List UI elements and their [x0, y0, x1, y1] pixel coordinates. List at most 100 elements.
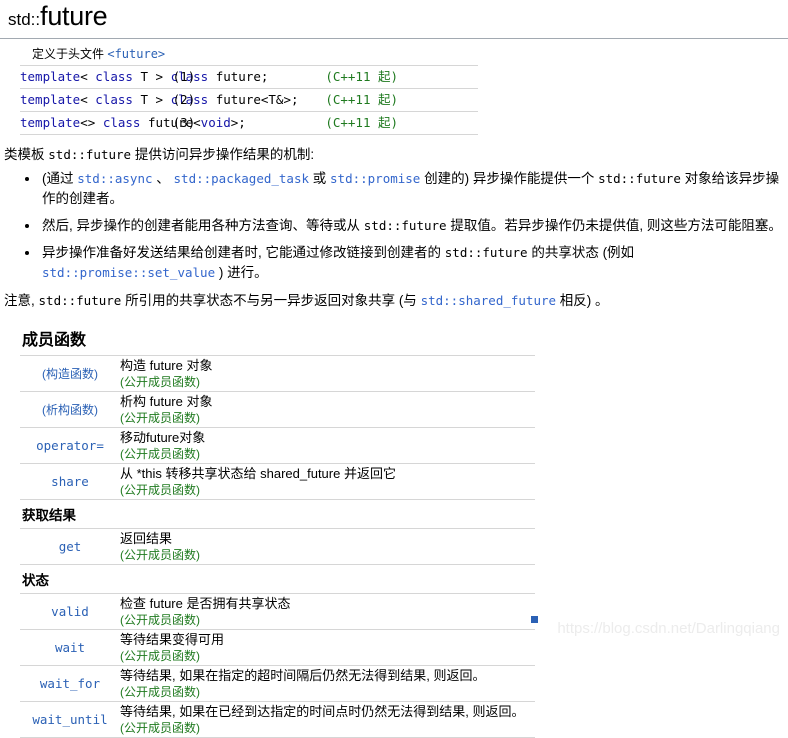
link-std-promise-set-value[interactable]: std::promise::set_value	[42, 265, 215, 280]
page-title-name: future	[40, 1, 108, 31]
link-std-shared-future[interactable]: std::shared_future	[421, 293, 556, 308]
member-link-[interactable]: (构造函数)	[42, 367, 98, 381]
member-kind-label: (公开成员函数)	[120, 613, 200, 627]
description-intro: 类模板 std::future 提供访问异步操作结果的机制:	[4, 144, 788, 165]
table-row: wait_for 等待结果, 如果在指定的超时间隔后仍然无法得到结果, 则返回。 (…	[20, 665, 535, 702]
code-token: class	[95, 92, 133, 107]
member-description: 等待结果, 如果在已经到达指定的时间点时仍然无法得到结果, 则返回。	[120, 704, 525, 719]
description-bullet-list: (通过 std::async 、 std::packaged_task 或 st…	[4, 169, 788, 283]
code-token: class	[102, 115, 141, 130]
member-link-get[interactable]: get	[59, 539, 82, 554]
watermark-url: https://blog.csdn.net/Darlingqiang	[557, 620, 780, 637]
note-text-c: 相反) 。	[556, 293, 609, 308]
code-token: class	[95, 69, 133, 84]
page-title-namespace: std::	[8, 10, 41, 29]
code-token: >;	[230, 115, 246, 130]
page-title: std::future	[0, 0, 788, 38]
code-token: void	[200, 115, 231, 130]
declaration-since-3: (C++11 起)	[325, 111, 478, 135]
member-description: 等待结果, 如果在指定的超时间隔后仍然无法得到结果, 则返回。	[120, 668, 486, 683]
member-link-[interactable]: (析构函数)	[42, 403, 98, 417]
section-heading-member-functions: 成员函数	[22, 332, 87, 349]
header-include-path: <future>	[107, 47, 166, 61]
title-divider	[0, 38, 788, 39]
table-row: valid 检查 future 是否拥有共享状态 (公开成员函数)	[20, 593, 535, 630]
intro-code: std::future	[48, 147, 132, 162]
note-text-a: 注意,	[4, 293, 39, 308]
code-token: <>	[80, 115, 96, 130]
declaration-row: template<> class future<void>; (3) (C++11 …	[20, 111, 478, 135]
description-section: 类模板 std::future 提供访问异步操作结果的机制: (通过 std::…	[4, 144, 788, 311]
link-std-promise[interactable]: std::promise	[330, 171, 420, 186]
member-kind-label: (公开成员函数)	[120, 447, 200, 461]
declaration-header-cell: 定义于头文件 <future>	[20, 45, 478, 66]
table-row: wait 等待结果变得可用 (公开成员函数)	[20, 629, 535, 666]
member-description: 从 *this 转移共享状态给 shared_future 并返回它	[120, 466, 396, 481]
member-link-wait_for[interactable]: wait_for	[40, 676, 100, 691]
declaration-code-1: template< class T > class future;	[20, 65, 268, 89]
link-std-async[interactable]: std::async	[77, 171, 152, 186]
declaration-row: template< class T > class future; (1) (C++…	[20, 65, 478, 89]
declaration-code-3: template<> class future<void>;	[20, 111, 246, 135]
member-kind-label: (公开成员函数)	[120, 649, 200, 663]
bullet0-text-4: 创建的) 异步操作能提供一个	[420, 171, 599, 186]
bullet2-text-1: 异步操作准备好发送结果给创建者时, 它能通过修改链接到创建者的	[42, 245, 445, 260]
member-description: 返回结果	[120, 531, 173, 546]
member-link-wait[interactable]: wait	[55, 640, 85, 655]
declaration-since-2: (C++11 起)	[325, 88, 478, 112]
defined-in-label: 定义于头文件	[32, 47, 108, 61]
declaration-header-row: 定义于头文件 <future>	[20, 45, 478, 66]
member-description-cell: 返回结果 (公开成员函数)	[120, 528, 535, 565]
table-row: wait_until 等待结果, 如果在已经到达指定的时间点时仍然无法得到结果, …	[20, 701, 535, 738]
member-link-share[interactable]: share	[51, 474, 89, 489]
member-functions-table-state: valid 检查 future 是否拥有共享状态 (公开成员函数) wait 等待结果变…	[20, 593, 535, 738]
bullet1-text-1: 然后, 异步操作的创建者能用各种方法查询、等待或从	[42, 218, 364, 233]
member-functions-table: (构造函数) 构造 future 对象 (公开成员函数) (析构函数) 析构 futur…	[20, 355, 535, 500]
member-link-operator=[interactable]: operator=	[36, 438, 104, 453]
member-link-valid[interactable]: valid	[51, 604, 89, 619]
member-description-cell: 从 *this 转移共享状态给 shared_future 并返回它 (公开成员函…	[120, 463, 535, 500]
bullet0-code-1: std::future	[598, 171, 681, 186]
member-description-cell: 等待结果, 如果在指定的超时间隔后仍然无法得到结果, 则返回。 (公开成员函数)	[120, 665, 535, 702]
member-description-cell: 构造 future 对象 (公开成员函数)	[120, 355, 535, 392]
member-kind-label: (公开成员函数)	[120, 411, 200, 425]
member-kind-label: (公开成员函数)	[120, 548, 200, 562]
declaration-table: 定义于头文件 <future> template< class T > class…	[20, 45, 478, 135]
code-token: <	[80, 92, 96, 107]
bullet2-text-6: ) 进行。	[215, 265, 268, 280]
member-description-cell: 移动future对象 (公开成员函数)	[120, 427, 535, 464]
description-note: 注意, std::future 所引用的共享状态不与另一异步返回对象共享 (与 …	[4, 290, 788, 311]
bullet0-text-2: 、	[152, 171, 174, 186]
table-row: operator= 移动future对象 (公开成员函数)	[20, 427, 535, 464]
member-link-wait_until[interactable]: wait_until	[32, 712, 107, 727]
code-token: T >	[132, 92, 171, 107]
member-description: 检查 future 是否拥有共享状态	[120, 596, 291, 611]
member-kind-label: (公开成员函数)	[120, 685, 200, 699]
declaration-row: template< class T > class future<T&>; (2)…	[20, 88, 478, 112]
table-row: (构造函数) 构造 future 对象 (公开成员函数)	[20, 355, 535, 392]
member-kind-label: (公开成员函数)	[120, 483, 200, 497]
member-description: 移动future对象	[120, 430, 206, 445]
table-row: (析构函数) 析构 future 对象 (公开成员函数)	[20, 391, 535, 428]
bullet1-code-1: std::future	[363, 218, 447, 233]
member-description: 析构 future 对象	[120, 394, 213, 409]
member-kind-label: (公开成员函数)	[120, 375, 200, 389]
code-token: future;	[208, 69, 269, 84]
code-token: future<T&>;	[208, 92, 299, 107]
bullet2-text-5: 的共享状态 (例如	[527, 245, 635, 260]
bullet1-text-5: 提取值。若异步操作仍未提供值, 则这些方法可能阻塞。	[446, 218, 782, 233]
intro-text-b: 提供访问异步操作结果的机制:	[131, 147, 315, 162]
member-description: 等待结果变得可用	[120, 632, 225, 647]
member-description-cell: 检查 future 是否拥有共享状态 (公开成员函数)	[120, 593, 535, 630]
section-heading-get-result: 获取结果	[22, 508, 76, 523]
link-std-packaged-task[interactable]: std::packaged_task	[174, 171, 309, 186]
table-row: share 从 *this 转移共享状态给 shared_future 并返回它 (…	[20, 463, 535, 500]
member-description: 构造 future 对象	[120, 358, 213, 373]
code-token: <	[80, 69, 96, 84]
note-code: std::future	[38, 293, 122, 308]
member-functions-table-get-result: get 返回结果 (公开成员函数)	[20, 528, 535, 565]
code-token: template	[20, 92, 81, 107]
member-description-cell: 等待结果变得可用 (公开成员函数)	[120, 629, 535, 666]
member-description-cell: 等待结果, 如果在已经到达指定的时间点时仍然无法得到结果, 则返回。 (公开成员函…	[120, 701, 535, 738]
